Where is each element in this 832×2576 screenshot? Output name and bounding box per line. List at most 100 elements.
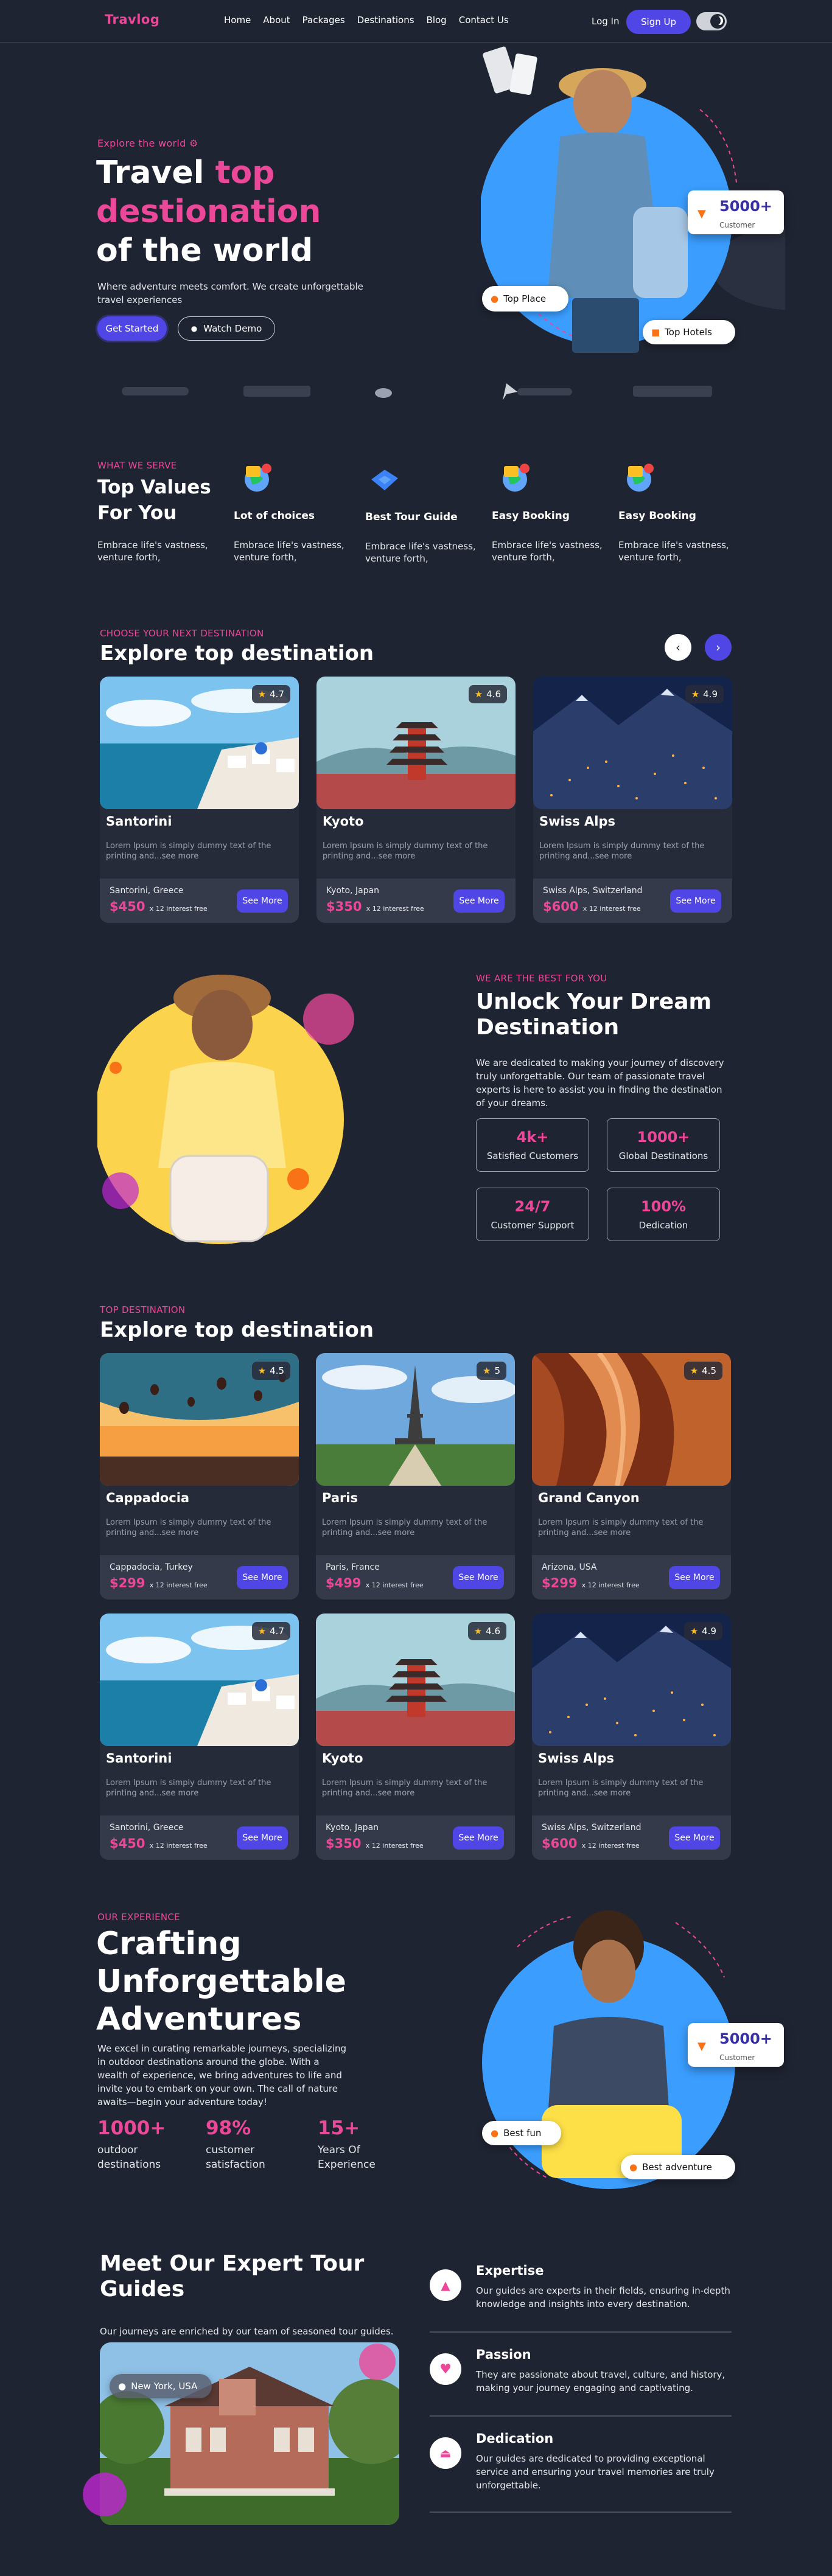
card-footer: Cappadocia, Turkey $299 x 12 interest fre… [100,1555,299,1600]
get-started-button[interactable]: Get Started [97,316,167,341]
top-place-pill: ● Top Place [482,286,568,312]
rating-badge: ★ 4.9 [685,685,724,703]
stat-label: Satisfied Customers [486,1150,579,1161]
price-value: $450 [110,899,145,914]
hero-title-highlight: top [215,155,275,191]
hero-subtitle: Where adventure meets comfort. We create… [97,281,363,305]
experience-title-line3: Adventures [96,2001,302,2038]
destination-desc: Lorem Ipsum is simply dummy text of the … [539,841,705,861]
value-title-choices: Lot of choices [234,510,315,522]
destination-location: Paris, France [326,1562,380,1572]
hero-title-word: Travel [96,155,205,191]
star-icon: ★ [690,1365,699,1376]
destination-card[interactable]: ★ 4.6 Kyoto Lorem Ipsum is simply dummy tex… [316,677,516,923]
dest1-eyebrow: CHOOSE YOUR NEXT DESTINATION [100,628,264,639]
destination-price: $299 x 12 interest free [542,1576,640,1590]
watch-demo-button[interactable]: ● Watch Demo [178,316,275,341]
destination-card[interactable]: ★ 4.5 Grand Canyon Lorem Ipsum is simply du… [532,1353,731,1600]
nav-link-blog[interactable]: Blog [427,15,447,26]
interest-label: x 12 interest free [149,1581,208,1589]
destination-card[interactable]: ★ 4.7 Santorini Lorem Ipsum is simply dummy… [100,677,299,923]
experience-stat-destinations: 1000+ outdoor destinations [97,2117,166,2172]
rating-value: 4.6 [486,1626,500,1637]
interest-label: x 12 interest free [365,1842,424,1850]
nav-link-home[interactable]: Home [224,15,251,26]
destination-price: $600 x 12 interest free [543,899,641,914]
destination-price: $450 x 12 interest free [110,1836,208,1851]
destination-location: Swiss Alps, Switzerland [543,886,643,896]
destination-card[interactable]: ★ 4.9 Swiss Alps Lorem Ipsum is simply dumm… [533,677,732,923]
hero-title: Travel top destionation of the world [96,153,321,270]
see-more-button[interactable]: See More [453,1566,504,1589]
logo[interactable]: Travlog [105,12,159,27]
rating-badge: ★ 4.6 [468,685,507,703]
destination-card[interactable]: ★ 4.6 Kyoto Lorem Ipsum is simply dummy tex… [316,1613,515,1860]
globe-compass-icon [245,464,271,492]
top-hotels-label: Top Hotels [665,327,712,338]
destination-location: Santorini, Greece [110,1823,184,1833]
nav-link-destinations[interactable]: Destinations [357,15,414,26]
signup-button[interactable]: Sign Up [626,10,691,34]
see-more-button[interactable]: See More [237,889,288,913]
experience-stat-value: 98% [206,2117,251,2139]
destination-price: $350 x 12 interest free [326,1836,424,1851]
values-title-line2: For You [97,502,177,524]
interest-label: x 12 interest free [149,1842,208,1850]
nav-link-contact[interactable]: Contact Us [459,15,509,26]
see-more-button[interactable]: See More [237,1826,288,1850]
experience-customer-stat: ▼ 5000+ Customer [688,2023,784,2067]
destination-card[interactable]: ★ 4.7 Santorini Lorem Ipsum is simply dummy… [100,1613,299,1860]
see-more-button[interactable]: See More [453,1826,504,1850]
experience-stat-label: Years Of [318,2144,360,2156]
rating-value: 4.9 [703,689,718,700]
card-footer: Arizona, USA $299 x 12 interest free See M… [532,1555,731,1600]
destination-location: Swiss Alps, Switzerland [542,1823,641,1833]
guide-expertise: ▲ Expertise Our guides are experts in th… [430,2263,732,2342]
rating-value: 4.7 [270,689,284,700]
destination-name: Cappadocia [106,1491,190,1505]
experience-eyebrow: OUR EXPERIENCE [97,1912,180,1923]
experience-title-line1: Crafting [96,1926,242,1962]
value-title-booking-2: Easy Booking [618,510,696,522]
card-footer: Swiss Alps, Switzerland $600 x 12 interes… [533,879,732,923]
dest2-eyebrow: TOP DESTINATION [100,1304,186,1315]
experience-stat-label: satisfaction [206,2159,265,2171]
guide-expertise-title: Expertise [476,2263,544,2278]
destination-card[interactable]: ★ 4.9 Swiss Alps Lorem Ipsum is simply dumm… [532,1613,731,1860]
experience-title: Crafting Unforgettable Adventures [96,1925,346,2038]
destination-price: $600 x 12 interest free [542,1836,640,1851]
see-more-button[interactable]: See More [670,889,721,913]
destination-card[interactable]: ★ 4.5 Cappadocia Lorem Ipsum is simply dumm… [100,1353,299,1600]
theme-toggle[interactable] [696,12,727,30]
see-more-button[interactable]: See More [669,1566,720,1589]
destination-card[interactable]: ★ 5 Paris Lorem Ipsum is simply dummy text … [316,1353,515,1600]
experience-stat-label: customer [206,2144,255,2156]
interest-label: x 12 interest free [366,905,424,913]
guides-image [83,2342,399,2525]
experience-title-line2: Unforgettable [96,1963,346,2000]
experience-stat-label: Experience [318,2159,376,2171]
rating-badge: ★ 5 [477,1362,506,1380]
card-footer: Kyoto, Japan $350 x 12 interest free See M… [316,1815,515,1860]
experience-stat-value: 1000+ [97,2117,166,2139]
carousel-prev-button[interactable]: ‹ [665,634,691,661]
unlock-desc: We are dedicated to making your journey … [476,1057,724,1109]
unlock-image [97,975,354,1244]
stat-value: 1000+ [637,1129,690,1146]
login-link[interactable]: Log In [592,16,620,27]
stat-label: Dedication [638,1220,688,1231]
rating-value: 4.5 [702,1365,716,1376]
carousel-next-button[interactable]: › [705,634,732,661]
see-more-button[interactable]: See More [669,1826,720,1850]
values-eyebrow: WHAT WE SERVE [97,460,177,471]
price-value: $350 [326,899,362,914]
stat-dedication: 100% Dedication [607,1188,720,1241]
experience-desc: We excel in curating remarkable journeys… [97,2043,346,2108]
nav-link-packages[interactable]: Packages [302,15,345,26]
see-more-button[interactable]: See More [453,889,505,913]
see-more-button[interactable]: See More [237,1566,288,1589]
rating-value: 5 [494,1365,500,1376]
nav-link-about[interactable]: About [263,15,290,26]
destination-name: Kyoto [322,1751,363,1766]
moon-icon [710,14,725,29]
